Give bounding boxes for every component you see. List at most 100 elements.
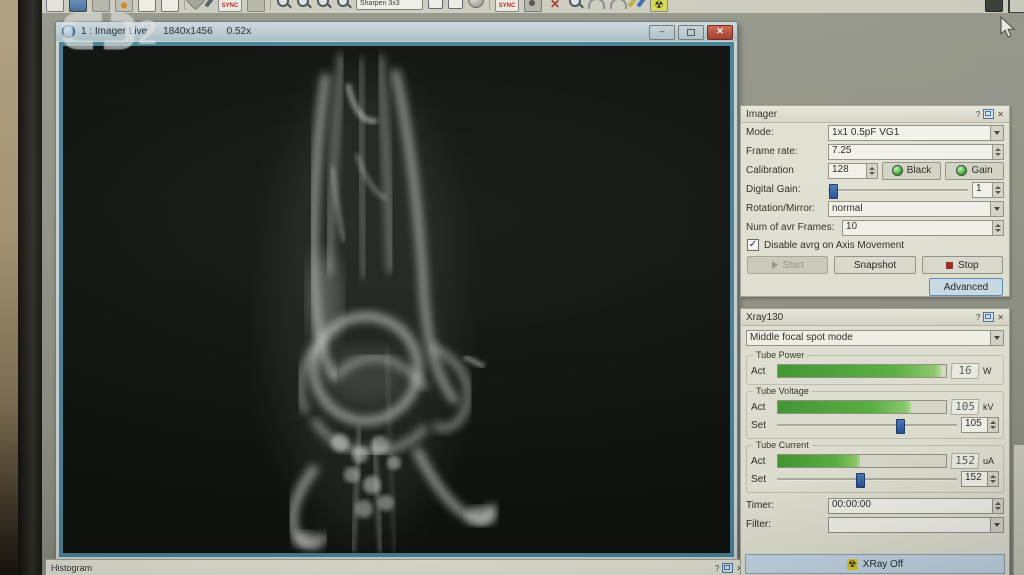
spinner-arrows-icon[interactable] [992, 145, 1003, 159]
undo-icon[interactable] [588, 0, 605, 9]
tube-power-bar [777, 364, 947, 378]
sync-icon-2[interactable]: SYNC [495, 0, 519, 12]
mode-value: 1x1 0.5pF VG1 [829, 127, 990, 138]
measure-zoom-icon[interactable] [568, 0, 583, 10]
advanced-button-label: Advanced [944, 282, 988, 293]
zoom-out-icon[interactable] [296, 0, 311, 10]
focal-spot-mode-value: Middle focal spot mode [747, 332, 990, 343]
zoom-region-icon[interactable] [336, 0, 351, 10]
help-icon[interactable]: ? [976, 110, 980, 119]
frame-rate-spinner[interactable]: 7.25 [828, 144, 1004, 160]
filter-combo[interactable] [828, 517, 1004, 533]
tube-voltage-spinner[interactable]: 105 [961, 417, 999, 433]
zoom-fit-icon[interactable] [316, 0, 331, 10]
pointer-tool-icon[interactable] [186, 0, 206, 10]
annotate-icon[interactable] [204, 0, 217, 8]
zoom-in-icon[interactable] [276, 0, 291, 10]
help-icon[interactable]: ? [715, 564, 719, 573]
mouse-cursor [1000, 16, 1016, 40]
black-calibration-button[interactable]: Black [882, 162, 941, 180]
avr-frames-spinner[interactable]: 10 [842, 220, 1004, 236]
restore-button[interactable] [678, 25, 704, 40]
imager-panel-title-bar[interactable]: Imager ? ✕ [741, 106, 1009, 123]
timer-spinner[interactable]: 00:00:00 [828, 498, 1004, 514]
radiation-toolbar-icon[interactable]: ☢ [650, 0, 668, 12]
tube-power-group: Tube Power Act 16 W [746, 355, 1004, 385]
stop-button[interactable]: Stop [922, 256, 1003, 274]
top-toolbar: SYNC Sharpen 3x3 SYNC ✕ ☢ [42, 0, 1024, 14]
ruler-icon[interactable] [636, 0, 649, 8]
slider-track [777, 478, 957, 481]
black-button-label: Black [907, 165, 931, 176]
disable-avrg-checkbox[interactable]: ✓ [747, 239, 759, 251]
redo-icon[interactable] [610, 0, 627, 9]
tube-voltage-bar [777, 400, 947, 414]
tube-voltage-bar-fill [778, 401, 911, 413]
black-level-icon[interactable] [985, 0, 1003, 12]
rotation-mirror-combo[interactable]: normal [828, 201, 1004, 217]
calibration-value: 128 [829, 164, 866, 178]
spinner-arrows-icon[interactable] [992, 183, 1003, 197]
gain-calibration-button[interactable]: Gain [945, 162, 1004, 180]
dock-icon[interactable] [983, 109, 994, 119]
tube-current-bar [777, 454, 947, 468]
minimize-button[interactable]: – [649, 25, 675, 40]
slider-handle[interactable] [896, 419, 905, 434]
xray-off-button[interactable]: ☢ XRay Off [745, 554, 1005, 574]
snapshot-icon[interactable] [524, 0, 542, 12]
dock-icon[interactable] [983, 312, 994, 322]
render-icon[interactable] [468, 0, 484, 8]
timer-label: Timer: [746, 500, 824, 511]
delete-icon[interactable]: ✕ [547, 0, 563, 10]
spinner-arrows-icon[interactable] [992, 499, 1003, 513]
sharpen-filter-combo[interactable]: Sharpen 3x3 [356, 0, 423, 10]
spinner-arrows-icon[interactable] [866, 164, 877, 178]
tube-current-bar-fill [778, 455, 860, 467]
digital-gain-slider[interactable] [828, 183, 968, 197]
frame-level-icon[interactable] [1008, 0, 1024, 14]
slider-handle[interactable] [856, 473, 865, 488]
act-label: Act [751, 366, 773, 377]
tube-voltage-slider[interactable] [777, 418, 957, 432]
tube-current-spinner[interactable]: 152 [961, 471, 999, 487]
volume-icon[interactable] [448, 0, 463, 9]
view-3d-icon[interactable] [428, 0, 443, 9]
chevron-down-icon[interactable] [990, 202, 1003, 216]
start-button[interactable]: Start [747, 256, 828, 274]
toolbar-separator [270, 0, 271, 10]
spinner-arrows-icon[interactable] [987, 418, 998, 432]
tool-icon[interactable] [247, 0, 265, 12]
slider-handle[interactable] [829, 184, 838, 199]
calibration-label: Calibration [746, 165, 824, 176]
chevron-down-icon[interactable] [990, 126, 1003, 140]
focal-spot-mode-combo[interactable]: Middle focal spot mode [746, 330, 1004, 346]
imager-panel-title: Imager [746, 109, 777, 120]
tube-power-unit: W [983, 366, 999, 376]
radiation-icon: ☢ [847, 559, 858, 570]
tube-voltage-unit: kV [983, 402, 999, 412]
slider-track [777, 424, 957, 427]
calibration-spinner[interactable]: 128 [828, 163, 878, 179]
chevron-down-icon[interactable] [990, 331, 1003, 345]
close-button[interactable]: ✕ [707, 25, 733, 40]
xray-image-canvas[interactable] [59, 42, 734, 557]
advanced-button[interactable]: Advanced [929, 278, 1003, 296]
digital-gain-spinner[interactable]: 1 [972, 182, 1004, 198]
mode-combo[interactable]: 1x1 0.5pF VG1 [828, 125, 1004, 141]
spinner-arrows-icon[interactable] [987, 472, 998, 486]
sync-icon[interactable]: SYNC [218, 0, 242, 12]
xray-panel-title-bar[interactable]: Xray130 ? ✕ [741, 309, 1009, 326]
xray130-panel: Xray130 ? ✕ Middle focal spot mode Tube … [740, 308, 1010, 575]
tube-current-slider[interactable] [777, 472, 957, 486]
help-icon[interactable]: ? [976, 313, 980, 322]
chevron-down-icon[interactable] [990, 518, 1003, 532]
snapshot-button[interactable]: Snapshot [834, 256, 915, 274]
histogram-title: Histogram [51, 563, 92, 573]
photo-of-monitor: SYNC Sharpen 3x3 SYNC ✕ ☢ [0, 0, 1024, 575]
close-icon[interactable]: ✕ [997, 313, 1004, 322]
spinner-arrows-icon[interactable] [992, 221, 1003, 235]
dock-icon[interactable] [722, 563, 733, 573]
mode-label: Mode: [746, 127, 824, 138]
tube-power-bar-fill [778, 365, 941, 377]
close-icon[interactable]: ✕ [997, 110, 1004, 119]
